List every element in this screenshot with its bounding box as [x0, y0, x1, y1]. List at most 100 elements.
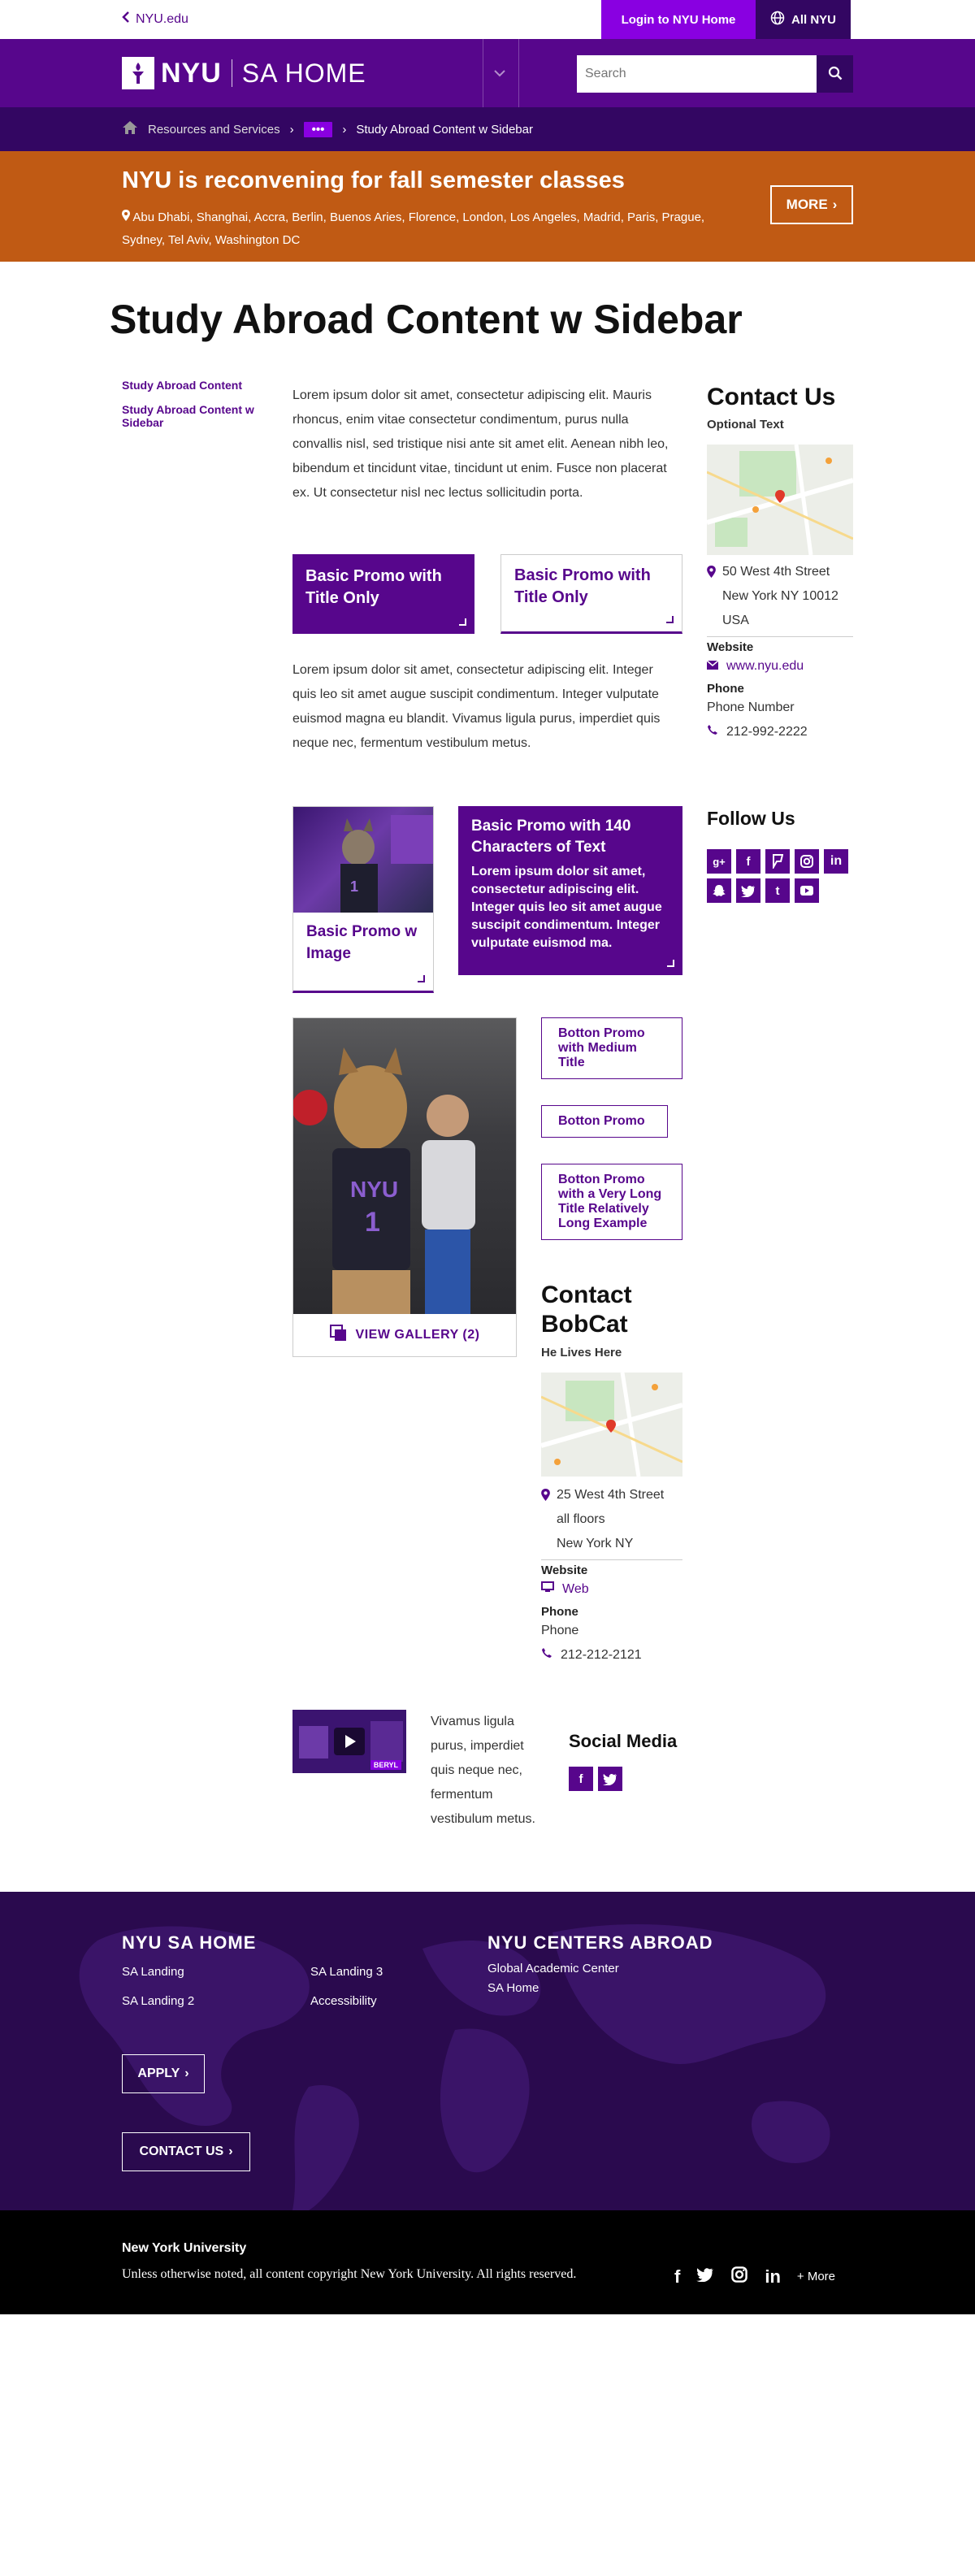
- gallery-image[interactable]: NYU 1: [293, 1018, 516, 1314]
- button-promo-medium[interactable]: Botton Promo with Medium Title: [541, 1017, 682, 1079]
- phone-link[interactable]: 212-992-2222: [707, 720, 853, 744]
- contact-us-subtitle: Optional Text: [707, 418, 784, 432]
- corner-arrow-icon: [418, 975, 425, 982]
- site-footer: NYU SA HOME SA Landing SA Landing 2 SA L…: [0, 1892, 975, 2210]
- site-logo[interactable]: NYU SA HOME: [122, 57, 366, 89]
- instagram-icon[interactable]: [795, 849, 819, 874]
- breadcrumb-resources-link[interactable]: Resources and Services: [148, 123, 280, 137]
- home-icon[interactable]: [122, 120, 138, 138]
- chevron-left-icon: [122, 11, 129, 27]
- apply-label: APPLY: [137, 2066, 180, 2080]
- left-nav-item[interactable]: Study Abroad Content w Sidebar: [122, 403, 268, 429]
- phone-icon: [707, 720, 718, 744]
- svg-text:NYU: NYU: [350, 1177, 398, 1202]
- svg-text:1: 1: [365, 1207, 380, 1238]
- footer-link[interactable]: SA Landing: [122, 1965, 184, 1979]
- video-thumbnail[interactable]: BERYL: [292, 1710, 406, 1773]
- snapchat-icon[interactable]: [707, 878, 731, 903]
- header-divider: [518, 39, 519, 107]
- more-social-link[interactable]: + More: [797, 2270, 835, 2283]
- phone-number: 212-992-2222: [726, 725, 808, 739]
- gallery-icon: [329, 1324, 348, 1347]
- address-line: 25 West 4th Street: [557, 1488, 665, 1502]
- contact-us-button[interactable]: CONTACT US ›: [122, 2132, 250, 2171]
- twitter-icon[interactable]: [696, 2267, 714, 2286]
- nyu-edu-link[interactable]: NYU.edu: [122, 11, 188, 27]
- promo-title: Basic Promo with 140 Characters of Text: [471, 817, 631, 856]
- website-link[interactable]: Web: [541, 1577, 682, 1602]
- footer-link[interactable]: Accessibility: [310, 1994, 377, 2008]
- website-link-text: Web: [562, 1582, 589, 1596]
- all-nyu-button[interactable]: All NYU: [756, 0, 851, 39]
- footer-link[interactable]: Global Academic Center: [488, 1962, 619, 1975]
- address-line: New York NY 10012: [722, 589, 838, 603]
- foursquare-icon[interactable]: [765, 849, 790, 874]
- map-image[interactable]: [541, 1373, 682, 1477]
- phone-label: Phone: [541, 1605, 578, 1619]
- promo-title-only-solid[interactable]: Basic Promo with Title Only: [292, 554, 474, 634]
- facebook-icon[interactable]: f: [674, 2266, 680, 2288]
- footer-link[interactable]: SA Landing 3: [310, 1965, 383, 1979]
- tumblr-icon[interactable]: t: [765, 878, 790, 903]
- contact-bobcat-subtitle: He Lives Here: [541, 1346, 622, 1360]
- linkedin-icon[interactable]: in: [765, 2266, 781, 2288]
- map-image[interactable]: [707, 445, 853, 555]
- login-button[interactable]: Login to NYU Home: [601, 0, 756, 39]
- divider: [707, 636, 853, 637]
- follow-us-icons: g+ f in t: [707, 849, 853, 903]
- google-plus-icon[interactable]: g+: [707, 849, 731, 874]
- left-nav: Study Abroad Content Study Abroad Conten…: [122, 379, 268, 440]
- left-nav-item[interactable]: Study Abroad Content: [122, 379, 268, 392]
- button-promo[interactable]: Botton Promo: [541, 1105, 668, 1138]
- chevron-right-icon: ›: [342, 122, 347, 137]
- chevron-right-icon: ›: [832, 197, 838, 212]
- legal-social: f in + More: [674, 2266, 835, 2288]
- footer-link[interactable]: SA Home: [488, 1981, 539, 1995]
- chevron-right-icon: ›: [289, 122, 294, 137]
- alert-more-label: MORE: [786, 197, 828, 212]
- footer-col2-title-wrap: NYU CENTERS ABROAD: [488, 1932, 713, 1954]
- twitter-icon[interactable]: [598, 1767, 622, 1791]
- phone-icon: [541, 1643, 552, 1667]
- alert-more-button[interactable]: MORE ›: [770, 185, 853, 224]
- divider: [541, 1559, 682, 1560]
- svg-text:1: 1: [350, 878, 358, 895]
- logo-site-text: SA HOME: [241, 58, 366, 88]
- search-input[interactable]: [577, 55, 817, 93]
- button-promo-long[interactable]: Botton Promo with a Very Long Title Rela…: [541, 1164, 682, 1240]
- search-icon: [828, 66, 843, 83]
- body-paragraph: Lorem ipsum dolor sit amet, consectetur …: [292, 663, 661, 750]
- facebook-icon[interactable]: f: [569, 1767, 593, 1791]
- promo-140-characters[interactable]: Basic Promo with 140 Characters of Text …: [458, 806, 682, 975]
- breadcrumb-more-button[interactable]: •••: [303, 121, 333, 137]
- promo-image: 1: [293, 807, 433, 913]
- linkedin-icon[interactable]: in: [824, 849, 848, 874]
- facebook-icon[interactable]: f: [736, 849, 760, 874]
- website-link[interactable]: www.nyu.edu: [706, 654, 853, 679]
- youtube-icon[interactable]: [795, 878, 819, 903]
- twitter-icon[interactable]: [736, 878, 760, 903]
- legal-org: New York University: [122, 2241, 247, 2255]
- website-label: Website: [707, 640, 754, 654]
- footer-link[interactable]: SA Landing 2: [122, 1994, 194, 2008]
- website-label: Website: [541, 1563, 588, 1577]
- corner-arrow-icon: [666, 616, 674, 623]
- gallery-card: NYU 1 VIEW GALLERY (2): [292, 1017, 517, 1357]
- map-pin-icon: [541, 1483, 550, 1556]
- breadcrumb: Resources and Services › ••• › Study Abr…: [0, 107, 975, 151]
- view-gallery-button[interactable]: VIEW GALLERY (2): [293, 1314, 516, 1356]
- follow-us-title: Follow Us: [707, 808, 795, 829]
- address-line: New York NY: [557, 1537, 634, 1550]
- legal-bar: New York University Unless otherwise not…: [0, 2210, 975, 2314]
- monitor-icon: [541, 1577, 554, 1602]
- phone-link[interactable]: 212-212-2121: [541, 1643, 682, 1667]
- instagram-icon[interactable]: [730, 2266, 748, 2288]
- search-button[interactable]: [817, 55, 853, 93]
- alert-locations: Abu Dhabi, Shanghai, Accra, Berlin, Buen…: [122, 206, 739, 252]
- apply-button[interactable]: APPLY ›: [122, 2054, 205, 2093]
- menu-chevron-down-icon[interactable]: [494, 67, 505, 80]
- website-link-text: www.nyu.edu: [726, 659, 804, 673]
- promo-title-only-outline[interactable]: Basic Promo with Title Only: [500, 554, 682, 634]
- promo-with-image[interactable]: 1 Basic Promo w Image: [292, 806, 434, 993]
- contact-us-widget: Contact Us Optional Text 50 West 4th Str…: [706, 384, 853, 744]
